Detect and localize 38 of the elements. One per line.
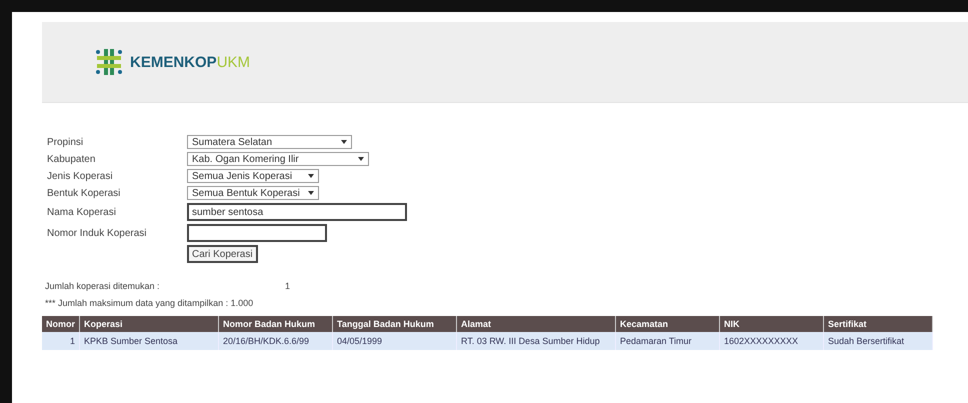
column-header: Koperasi <box>80 316 218 332</box>
caret-icon <box>308 174 314 178</box>
dropdown[interactable]: Kab. Ogan Komering Ilir <box>187 152 369 166</box>
column-header: Kecamatan <box>616 316 720 332</box>
caret-icon <box>341 140 347 144</box>
field-label: Jenis Koperasi <box>47 170 113 182</box>
table-cell: KPKB Sumber Sentosa <box>80 332 218 350</box>
table-cell: RT. 03 RW. III Desa Sumber Hidup <box>456 332 616 350</box>
column-header: Tanggal Badan Hukum <box>332 316 456 332</box>
result-count: 1 <box>285 281 290 291</box>
logo-wordmark: KEMENKOPUKM <box>130 54 250 70</box>
max-data-note: *** Jumlah maksimum data yang ditampilkan : 1.000 <box>45 298 254 308</box>
table-cell: Pedamaran Timur <box>616 332 720 350</box>
field-label: Bentuk Koperasi <box>47 188 120 198</box>
field-label: Propinsi <box>47 136 84 148</box>
dropdown[interactable]: Semua Jenis Koperasi <box>187 169 319 183</box>
table-cell: 04/05/1999 <box>332 332 456 350</box>
dropdown[interactable]: Semua Bentuk Koperasi <box>187 186 319 200</box>
dropdown[interactable]: Sumatera Selatan <box>187 135 352 149</box>
caret-icon <box>358 157 364 161</box>
logo-icon <box>94 47 124 77</box>
table-cell: 1602XXXXXXXXX <box>720 332 824 350</box>
field-label: Kabupaten <box>47 154 96 164</box>
column-header: Sertifikat <box>824 316 932 332</box>
input-field[interactable] <box>187 224 327 242</box>
result-count-label: Jumlah koperasi ditemukan : <box>45 281 161 291</box>
column-header: NIK <box>720 316 824 332</box>
field-label: Nomor Induk Koperasi <box>47 228 146 238</box>
table-cell: Sudah Bersertifikat <box>824 332 932 350</box>
field-label: Nama Koperasi <box>47 206 116 218</box>
column-header: Nomor <box>42 316 80 332</box>
column-header: Alamat <box>456 316 616 332</box>
input-field[interactable]: sumber sentosa <box>187 203 407 221</box>
caret-icon <box>308 191 314 195</box>
table-cell: 20/16/BH/KDK.6.6/99 <box>218 332 332 350</box>
table-cell: 1 <box>42 332 80 350</box>
search-button[interactable]: Cari Koperasi <box>187 245 258 263</box>
column-header: Nomor Badan Hukum <box>218 316 332 332</box>
